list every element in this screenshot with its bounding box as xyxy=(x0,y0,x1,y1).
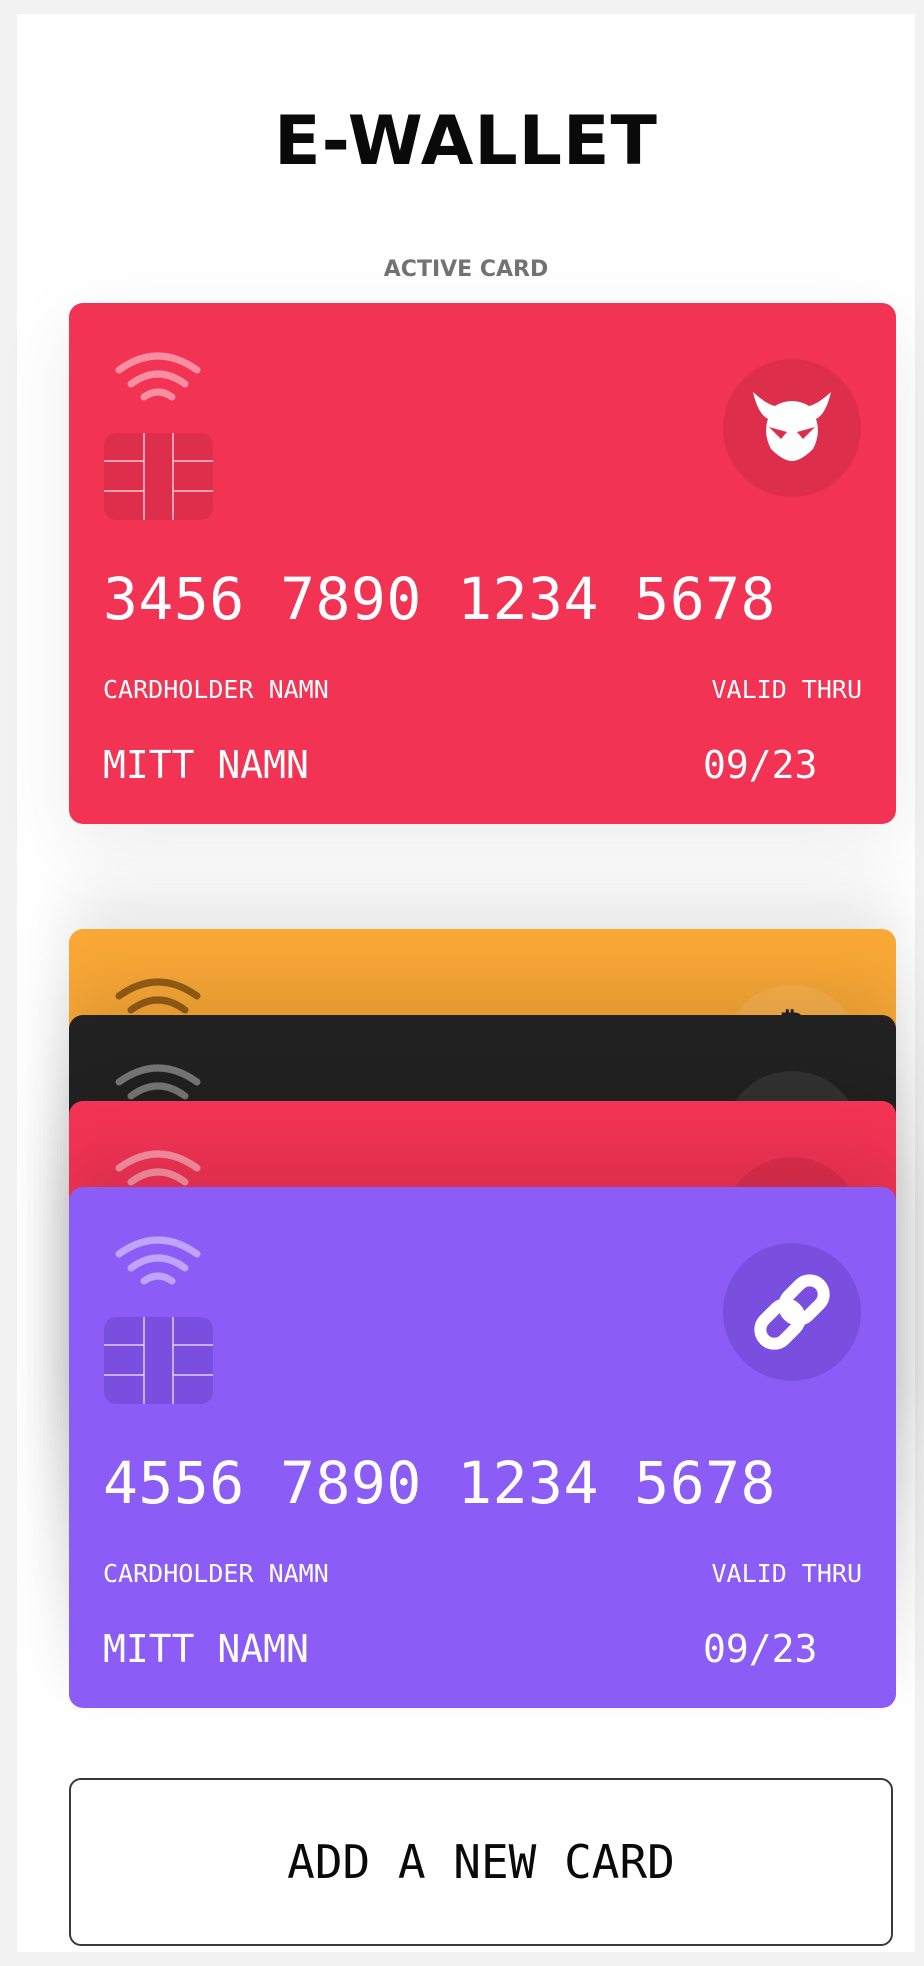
ninja-icon xyxy=(723,359,861,497)
wallet-page: E-WALLET ACTIVE CARD 3456 7890 1234 5678… xyxy=(17,14,915,1952)
card-number: 3456 7890 1234 5678 xyxy=(103,565,776,633)
link-icon xyxy=(723,1243,861,1381)
active-card-label: ACTIVE CARD xyxy=(383,257,549,282)
cardholder-label: CARDHOLDER NAMN xyxy=(103,675,329,704)
front-card[interactable]: 4556 7890 1234 5678 CARDHOLDER NAMN VALI… xyxy=(69,1187,896,1708)
cardholder-name: MITT NAMN xyxy=(103,743,309,787)
active-card[interactable]: 3456 7890 1234 5678 CARDHOLDER NAMN VALI… xyxy=(69,303,896,824)
add-new-card-button[interactable]: ADD A NEW CARD xyxy=(69,1778,893,1946)
cardholder-name: MITT NAMN xyxy=(103,1627,309,1671)
card-chip-icon xyxy=(104,1317,213,1404)
valid-thru-value: 09/23 xyxy=(703,1627,818,1671)
cardholder-label: CARDHOLDER NAMN xyxy=(103,1559,329,1588)
contactless-icon xyxy=(115,1236,201,1285)
contactless-icon xyxy=(115,352,201,401)
valid-thru-label: VALID THRU xyxy=(711,675,862,704)
valid-thru-value: 09/23 xyxy=(703,743,818,787)
valid-thru-label: VALID THRU xyxy=(711,1559,862,1588)
card-chip-icon xyxy=(104,433,213,520)
page-title: E-WALLET xyxy=(274,102,658,181)
card-number: 4556 7890 1234 5678 xyxy=(103,1449,776,1517)
